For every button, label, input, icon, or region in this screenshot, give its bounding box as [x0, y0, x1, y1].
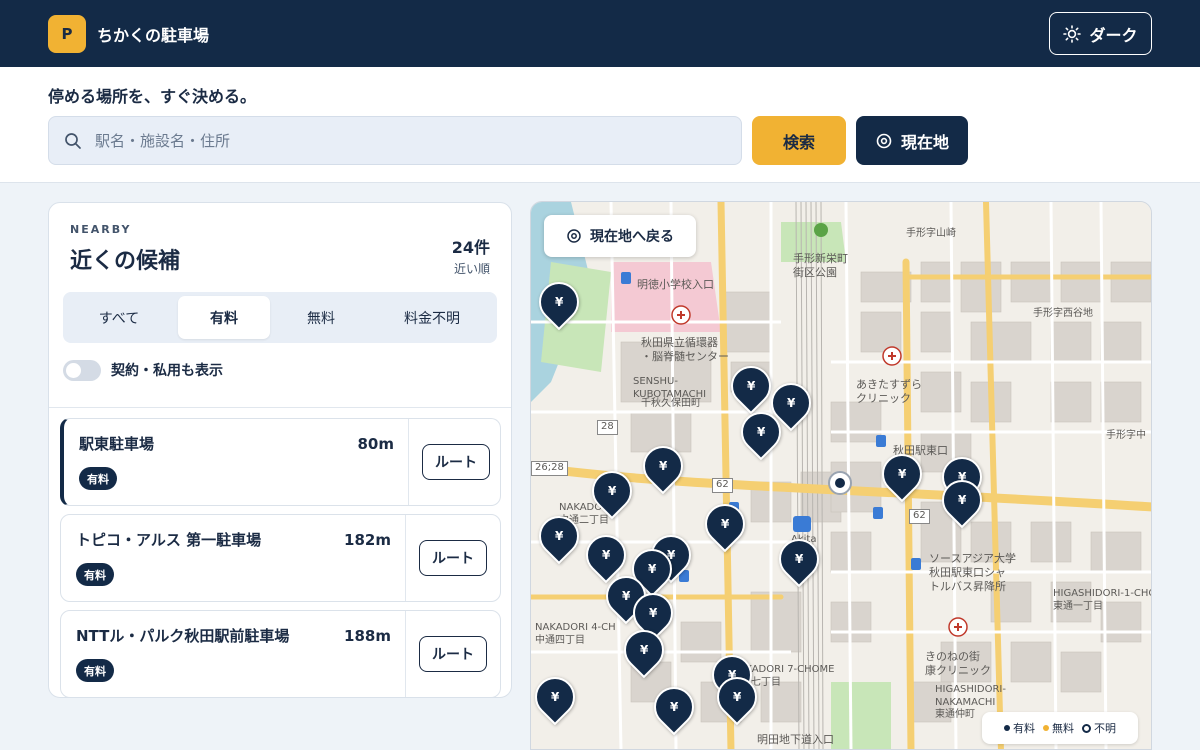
yen-icon: ¥: [601, 548, 611, 563]
search-box[interactable]: [48, 116, 742, 165]
top-bar: P ちかくの駐車場 ダーク: [0, 0, 1200, 67]
search-input[interactable]: [95, 117, 725, 164]
yen-icon: ¥: [897, 467, 907, 482]
legend-unknown: 不明: [1082, 720, 1116, 736]
private-toggle[interactable]: [63, 359, 101, 381]
yen-icon: ¥: [658, 459, 668, 474]
yen-icon: ¥: [957, 493, 967, 508]
yen-icon: ¥: [639, 643, 649, 658]
search-section: 停める場所を、すぐ決める。 検索 現在地: [0, 67, 1200, 183]
dark-mode-label: ダーク: [1089, 27, 1138, 45]
result-card[interactable]: NTTル・パルク秋田駅前駐車場 188m 有料 ルート: [60, 610, 501, 697]
yen-icon: ¥: [794, 552, 804, 567]
back-to-location-label: 現在地へ戻る: [590, 229, 674, 245]
card-name: 駅東駐車場: [79, 435, 155, 453]
card-name: トピコ・アルス 第一駐車場: [76, 531, 262, 549]
card-distance: 182m: [344, 531, 391, 549]
fee-badge: 有料: [76, 659, 114, 682]
route-button[interactable]: ルート: [419, 636, 487, 672]
back-to-location-button[interactable]: 現在地へ戻る: [544, 215, 696, 257]
yen-icon: ¥: [550, 690, 560, 705]
yen-icon: ¥: [756, 425, 766, 440]
legend-paid: 有料: [1004, 720, 1035, 736]
parking-marker-paid[interactable]: ¥: [531, 668, 584, 726]
parking-markers: ¥ ¥ ¥ ¥ ¥ ¥ ¥ ¥ ¥ ¥ ¥ ¥ ¥ ¥ ¥ ¥ ¥ ¥ ¥ ¥ ¥ ¥: [531, 202, 1151, 749]
route-button[interactable]: ルート: [419, 540, 487, 576]
fee-badge: 有料: [76, 563, 114, 586]
parking-marker-paid[interactable]: ¥: [583, 462, 641, 520]
filter-unknown[interactable]: 料金不明: [373, 296, 491, 339]
private-toggle-label: 契約・私用も表示: [111, 363, 223, 379]
yen-icon: ¥: [669, 700, 679, 715]
yen-icon: ¥: [648, 606, 658, 621]
yen-icon: ¥: [621, 589, 631, 604]
map-legend: 有料 無料 不明: [982, 712, 1138, 744]
yen-icon: ¥: [720, 517, 730, 532]
parking-marker-paid[interactable]: ¥: [696, 495, 754, 553]
tagline: 停める場所を、すぐ決める。: [48, 87, 257, 106]
filter-free[interactable]: 無料: [279, 296, 363, 339]
crosshair-icon: [876, 133, 892, 148]
parking-marker-paid[interactable]: ¥: [770, 530, 828, 588]
yen-icon: ¥: [607, 484, 617, 499]
parking-marker-paid[interactable]: ¥: [531, 507, 588, 565]
card-name: NTTル・パルク秋田駅前駐車場: [76, 627, 290, 645]
yen-icon: ¥: [786, 396, 796, 411]
results-panel: NEARBY 近くの候補 24件 近い順 すべて 有料 無料 料金不明 契約・私…: [48, 202, 512, 698]
card-distance: 188m: [344, 627, 391, 645]
app-title: ちかくの駐車場: [97, 26, 210, 45]
card-separator: [405, 611, 406, 697]
card-separator: [408, 419, 409, 505]
app-logo: P: [48, 15, 86, 53]
crosshair-icon: [567, 229, 581, 243]
search-icon: [65, 133, 81, 149]
parking-marker-paid[interactable]: ¥: [873, 445, 931, 503]
yen-icon: ¥: [746, 379, 756, 394]
parking-marker-paid[interactable]: ¥: [645, 678, 703, 736]
filter-tabs: すべて 有料 無料 料金不明: [63, 292, 497, 343]
result-count: 24件: [451, 238, 490, 257]
card-distance: 80m: [357, 435, 394, 453]
result-card[interactable]: 駅東駐車場 80m 有料 ルート: [60, 418, 501, 506]
panel-title: 近くの候補: [70, 249, 181, 274]
private-toggle-row: 契約・私用も表示: [63, 359, 223, 381]
yen-icon: ¥: [732, 690, 742, 705]
parking-marker-paid[interactable]: ¥: [531, 273, 588, 331]
sort-order[interactable]: 近い順: [454, 260, 490, 277]
yen-icon: ¥: [554, 529, 564, 544]
divider: [49, 407, 511, 408]
filter-paid[interactable]: 有料: [178, 296, 270, 339]
legend-free: 無料: [1043, 720, 1074, 736]
fee-badge: 有料: [79, 467, 117, 490]
yen-icon: ¥: [647, 562, 657, 577]
current-location-button[interactable]: 現在地: [856, 116, 968, 165]
map-view[interactable]: 手形新栄町 街区公園 手形字山崎 手形字西谷地 明徳小学校入口 秋田県立循環器 …: [530, 201, 1152, 750]
filter-all[interactable]: すべて: [69, 296, 169, 339]
current-location-label: 現在地: [900, 134, 949, 152]
result-card[interactable]: トピコ・アルス 第一駐車場 182m 有料 ルート: [60, 514, 501, 602]
parking-marker-paid[interactable]: ¥: [634, 437, 692, 495]
sun-icon: [1063, 24, 1082, 43]
route-button[interactable]: ルート: [422, 444, 490, 480]
dark-mode-button[interactable]: ダーク: [1049, 12, 1152, 55]
card-separator: [405, 515, 406, 601]
yen-icon: ¥: [554, 295, 564, 310]
search-button[interactable]: 検索: [752, 116, 846, 165]
panel-eyebrow: NEARBY: [70, 223, 132, 236]
